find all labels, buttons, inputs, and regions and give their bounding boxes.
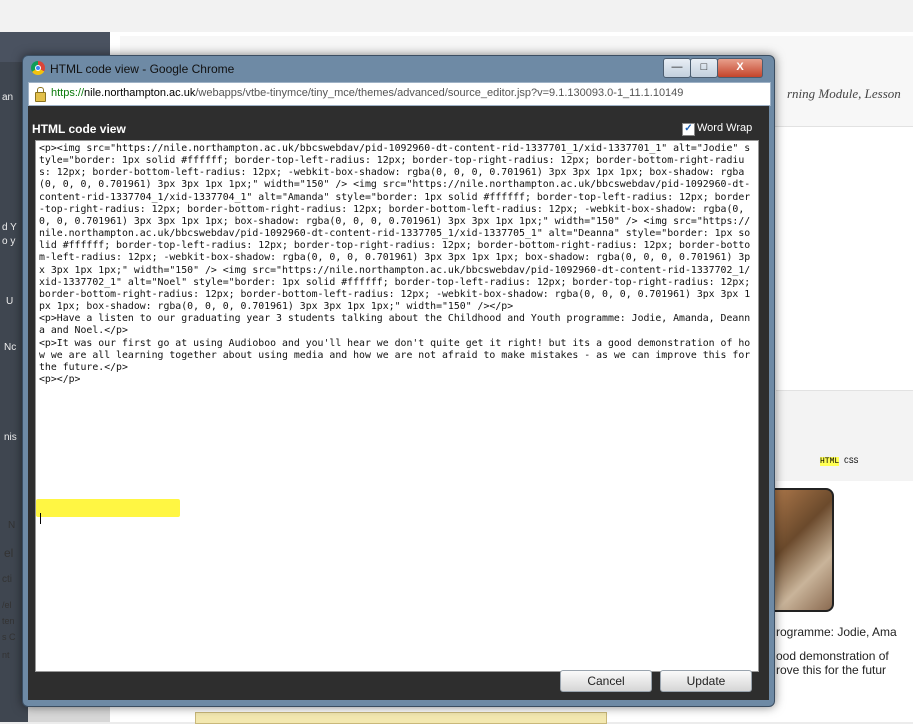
lesson-title: rning Module, Lesson: [787, 86, 901, 101]
html-source-text[interactable]: <p><img src="https://nile.northampton.ac…: [36, 141, 758, 388]
url-host: nile.northampton.ac.uk: [84, 87, 196, 99]
url-text[interactable]: https://nile.northampton.ac.uk/webapps/v…: [51, 87, 683, 99]
html-button[interactable]: HTML: [820, 457, 840, 466]
address-bar[interactable]: https://nile.northampton.ac.uk/webapps/v…: [28, 82, 771, 106]
word-wrap-checkbox[interactable]: ✓: [682, 123, 695, 136]
side-text-fragment: an: [2, 92, 14, 103]
background-editor-toolbar: [776, 390, 913, 481]
background-yellow-box: [195, 712, 607, 724]
student-photo: [766, 488, 834, 612]
preview-text-line: ood demonstration of: [776, 649, 889, 663]
css-button[interactable]: CSS: [844, 457, 858, 466]
preview-text-line: rove this for the futur: [776, 663, 887, 677]
window-title: HTML code view - Google Chrome: [50, 62, 235, 76]
side-text-fragment: nis: [4, 432, 17, 443]
side-text-fragment: cti: [2, 574, 12, 585]
side-text-fragment: el: [4, 546, 14, 560]
side-text-fragment: o y: [2, 236, 16, 247]
highlight-mark: [36, 499, 180, 517]
url-path: /webapps/vtbe-tinymce/tiny_mce/themes/ad…: [195, 87, 684, 99]
html-source-editor[interactable]: <p><img src="https://nile.northampton.ac…: [35, 140, 759, 672]
html-css-buttons[interactable]: HTML CSS: [820, 457, 858, 466]
side-text-fragment: U: [6, 296, 14, 307]
side-text-fragment: ten: [2, 616, 15, 626]
background-top-strip: [0, 0, 913, 32]
dialog-heading: HTML code view: [32, 122, 126, 136]
side-text-fragment: Nc: [4, 342, 17, 353]
update-button[interactable]: Update: [660, 670, 752, 692]
minimize-button[interactable]: —: [663, 58, 691, 78]
text-caret: [40, 513, 41, 524]
url-scheme: https://: [51, 87, 85, 99]
word-wrap-label[interactable]: Word Wrap: [697, 122, 752, 134]
side-text-fragment: N: [8, 520, 16, 531]
window-titlebar[interactable]: HTML code view - Google Chrome — □ X: [23, 56, 774, 82]
side-text-fragment: nt: [2, 650, 10, 660]
side-text-fragment: /el: [2, 600, 12, 610]
cancel-button[interactable]: Cancel: [560, 670, 652, 692]
lock-icon: [35, 87, 46, 102]
close-button[interactable]: X: [717, 58, 763, 78]
side-text-fragment: d Y: [2, 222, 17, 233]
html-code-view-window: HTML code view - Google Chrome — □ X htt…: [22, 55, 775, 707]
preview-text-line: rogramme: Jodie, Ama: [776, 625, 897, 639]
maximize-button[interactable]: □: [690, 58, 718, 78]
side-text-fragment: s C: [2, 632, 16, 642]
chrome-icon: [31, 61, 45, 75]
